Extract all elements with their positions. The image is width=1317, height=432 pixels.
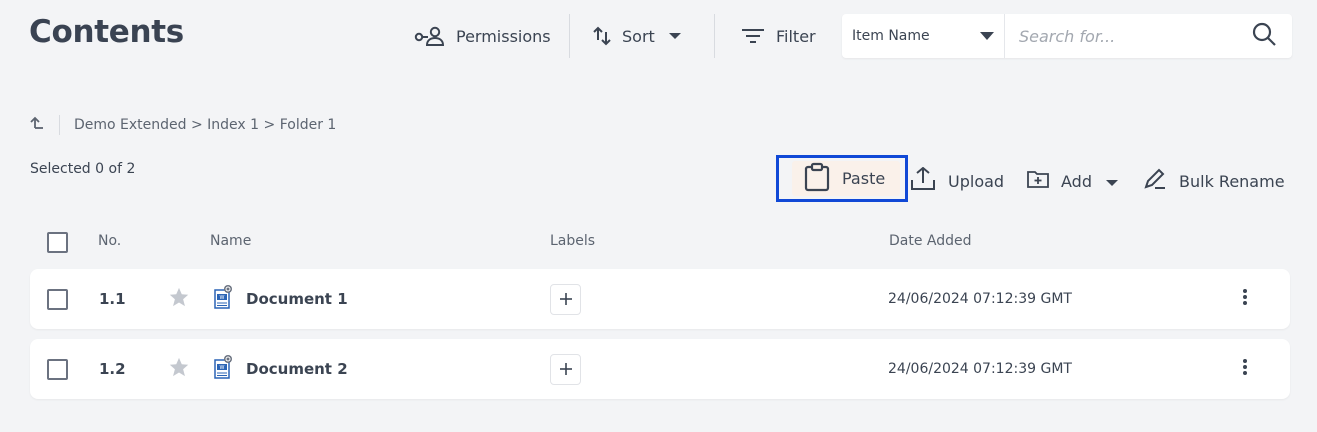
filter-button[interactable]: Filter xyxy=(740,24,816,48)
permissions-icon xyxy=(414,25,446,47)
rename-icon xyxy=(1143,167,1167,195)
document-name: Document 1 xyxy=(246,290,348,308)
toolbar-divider xyxy=(569,14,570,58)
permissions-label: Permissions xyxy=(456,26,551,46)
search-icon xyxy=(1251,21,1277,51)
more-vertical-icon xyxy=(1242,288,1248,310)
table-row[interactable]: 1.1 W Document 1 24/06/2024 07:12:39 GMT xyxy=(30,269,1290,329)
search-input[interactable] xyxy=(1005,14,1236,58)
upload-icon xyxy=(910,166,936,195)
back-arrow-icon[interactable] xyxy=(29,115,45,135)
sort-icon xyxy=(592,25,612,47)
sort-label: Sort xyxy=(622,26,655,46)
date-added: 24/06/2024 07:12:39 GMT xyxy=(888,291,1072,307)
permissions-button[interactable]: Permissions xyxy=(414,24,551,48)
sort-button[interactable]: Sort xyxy=(592,24,681,48)
search-button[interactable] xyxy=(1236,14,1292,58)
row-checkbox[interactable] xyxy=(47,288,68,310)
add-button[interactable]: Add xyxy=(1027,167,1118,195)
column-header-name[interactable]: Name xyxy=(210,233,251,249)
search-field-select-value: Item Name xyxy=(852,28,930,44)
toolbar-divider xyxy=(714,14,715,58)
page-title: Contents xyxy=(29,14,184,50)
search-field-select[interactable]: Item Name xyxy=(842,14,1005,58)
breadcrumb: Demo Extended > Index 1 > Folder 1 xyxy=(29,114,336,136)
plus-icon xyxy=(559,290,572,309)
word-document-icon: W xyxy=(214,285,232,313)
upload-button[interactable]: Upload xyxy=(910,166,1005,195)
plus-icon xyxy=(559,360,572,379)
svg-text:W: W xyxy=(220,295,225,301)
folder-add-icon xyxy=(1027,169,1049,193)
bulk-rename-label: Bulk Rename xyxy=(1179,171,1285,191)
select-all-checkbox[interactable] xyxy=(47,232,68,253)
bulk-rename-button[interactable]: Bulk Rename xyxy=(1143,167,1285,195)
table-row[interactable]: 1.2 W Document 2 24/06/2024 07:12:39 GMT xyxy=(30,339,1290,399)
document-name-cell[interactable]: W Document 1 xyxy=(214,269,348,329)
column-header-no[interactable]: No. xyxy=(98,233,121,249)
breadcrumb-path[interactable]: Demo Extended > Index 1 > Folder 1 xyxy=(74,117,336,133)
svg-text:W: W xyxy=(220,365,225,371)
column-header-date-added[interactable]: Date Added xyxy=(889,233,972,249)
star-icon xyxy=(168,286,190,312)
star-icon xyxy=(168,356,190,382)
favorite-star[interactable] xyxy=(168,269,190,329)
row-number: 1.2 xyxy=(99,360,126,378)
row-number: 1.1 xyxy=(99,290,126,308)
breadcrumb-divider xyxy=(59,115,60,135)
add-label: Add xyxy=(1061,171,1092,191)
document-name: Document 2 xyxy=(246,360,348,378)
add-label-button[interactable] xyxy=(550,283,581,315)
upload-label: Upload xyxy=(948,171,1005,191)
word-document-icon: W xyxy=(214,355,232,383)
row-menu-button[interactable] xyxy=(1242,339,1248,399)
chevron-down-icon xyxy=(668,32,681,40)
paste-button-focus-outline xyxy=(776,155,908,202)
row-menu-button[interactable] xyxy=(1242,269,1248,329)
column-header-labels[interactable]: Labels xyxy=(550,233,595,249)
filter-label: Filter xyxy=(776,26,816,46)
more-vertical-icon xyxy=(1242,358,1248,380)
chevron-down-icon xyxy=(1105,172,1118,191)
row-checkbox[interactable] xyxy=(47,358,68,380)
date-added: 24/06/2024 07:12:39 GMT xyxy=(888,361,1072,377)
filter-icon xyxy=(740,26,766,46)
document-name-cell[interactable]: W Document 2 xyxy=(214,339,348,399)
favorite-star[interactable] xyxy=(168,339,190,399)
add-label-button[interactable] xyxy=(550,353,581,385)
chevron-down-icon xyxy=(980,28,994,44)
selection-count: Selected 0 of 2 xyxy=(30,161,136,177)
search-bar: Item Name xyxy=(842,14,1292,58)
